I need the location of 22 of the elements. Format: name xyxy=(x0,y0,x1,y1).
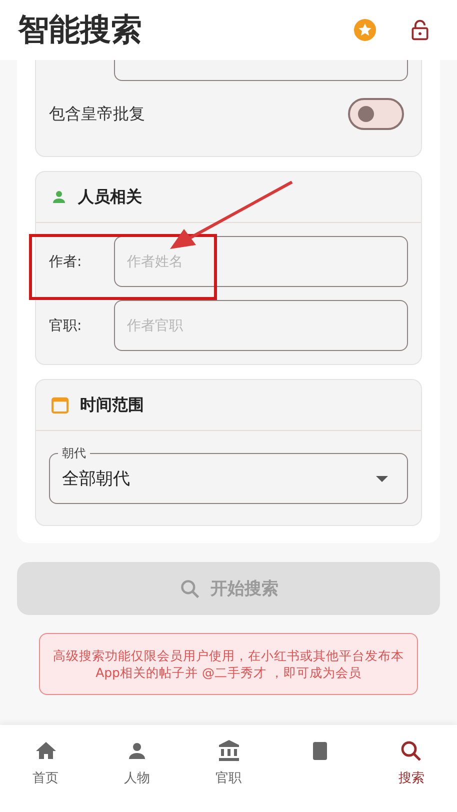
membership-notice: 高级搜索功能仅限会员用户使用，在小红书或其他平台发布本App相关的帖子并 @二手秀才 ，即可成为会员 xyxy=(39,633,418,695)
toggle-label: 包含皇帝批复 xyxy=(49,104,145,124)
nav-tab[interactable]: 首页 xyxy=(0,725,92,812)
person-icon xyxy=(50,188,68,206)
toggle-switch[interactable] xyxy=(348,98,404,130)
search-icon xyxy=(399,739,424,763)
section-title: 人员相关 xyxy=(78,186,142,208)
bank-icon xyxy=(216,739,241,763)
nav-tab[interactable]: 人物 xyxy=(91,725,183,812)
lock-icon[interactable] xyxy=(409,18,431,42)
input-field[interactable]: 作者姓名 xyxy=(114,236,408,287)
section-title: 时间范围 xyxy=(80,394,144,416)
dropdown-caret-icon xyxy=(376,476,388,482)
search-icon xyxy=(178,578,200,600)
nav-tab[interactable]: 官职 xyxy=(182,725,274,812)
input-field[interactable]: 作者官职 xyxy=(114,300,408,351)
field-label: 官职: xyxy=(49,316,83,334)
field-label: 作者: xyxy=(49,252,83,270)
dynasty-select[interactable]: 朝代 全部朝代 xyxy=(49,444,408,504)
calendar-icon xyxy=(50,395,70,415)
page-title: 智能搜索 xyxy=(18,11,142,50)
nav-tab[interactable]: 搜索 xyxy=(366,725,457,812)
